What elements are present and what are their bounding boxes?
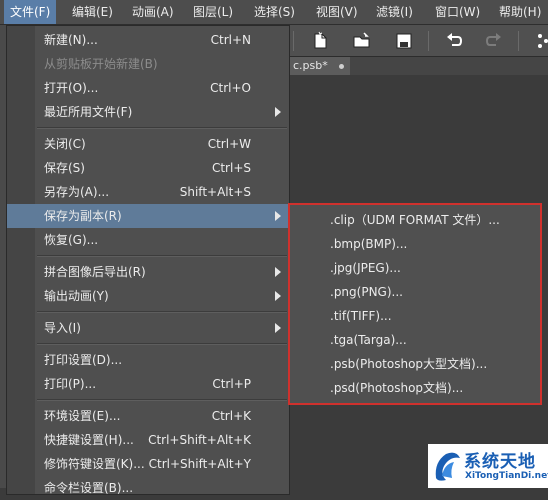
menu-item-print-settings[interactable]: 打印设置(D)... — [7, 348, 289, 372]
submenu-item-png[interactable]: .png(PNG)... — [330, 280, 403, 304]
save-icon[interactable] — [394, 31, 414, 51]
menu-separator — [37, 399, 287, 401]
toolbar-separator — [518, 31, 519, 51]
menu-item-shortcut: Ctrl+P — [212, 377, 251, 391]
menu-file[interactable]: 文件(F) — [4, 0, 57, 24]
menu-item-shortcut: Ctrl+Shift+Alt+Y — [148, 457, 251, 471]
new-file-icon[interactable] — [310, 31, 330, 51]
menu-item-shortcut: Ctrl+O — [210, 81, 251, 95]
menu-edit[interactable]: 编辑(E) — [66, 0, 119, 24]
menu-item-shortcut: Ctrl+S — [211, 161, 251, 175]
menu-item-new[interactable]: 新建(N)... Ctrl+N — [7, 28, 289, 52]
toolbar-separator — [428, 31, 429, 51]
menu-item-save-as[interactable]: 另存为(A)... Shift+Alt+S — [7, 180, 289, 204]
menu-item-label: 另存为(A)... — [44, 185, 110, 199]
modified-dot-icon — [339, 64, 344, 69]
menu-item-label: 快捷键设置(H)... — [44, 433, 134, 447]
menu-item-shortcut: Ctrl+W — [207, 137, 251, 151]
menu-item-close[interactable]: 关闭(C) Ctrl+W — [7, 132, 289, 156]
menu-item-label: 修饰符键设置(K)... — [44, 457, 145, 471]
menu-item-save[interactable]: 保存(S) Ctrl+S — [7, 156, 289, 180]
command-bar — [290, 25, 548, 57]
menu-item-shortcut: Ctrl+N — [210, 33, 251, 47]
submenu-item-tga[interactable]: .tga(Targa)... — [330, 328, 407, 352]
menu-item-export-animation[interactable]: 输出动画(Y) — [7, 284, 289, 308]
menu-item-recent-files[interactable]: 最近所用文件(F) — [7, 100, 289, 124]
menu-separator — [37, 255, 287, 257]
menu-item-save-as-copy[interactable]: 保存为副本(R) — [7, 204, 289, 228]
menu-item-label: 保存(S) — [44, 161, 85, 175]
watermark-title: 系统天地 — [464, 452, 536, 472]
menu-item-label: 命令栏设置(B)... — [44, 481, 134, 495]
submenu-arrow-icon — [275, 291, 281, 301]
submenu-arrow-icon — [275, 107, 281, 117]
submenu-arrow-icon — [275, 267, 281, 277]
menu-item-label: 打印设置(D)... — [44, 353, 123, 367]
toolbar-separator — [293, 31, 294, 51]
save-copy-submenu: .clip（UDM FORMAT 文件）... .bmp(BMP)... .jp… — [288, 203, 542, 405]
menu-item-label: 恢复(G)... — [44, 233, 99, 247]
open-folder-icon[interactable] — [352, 31, 372, 51]
submenu-item-psb[interactable]: .psb(Photoshop大型文档)... — [330, 352, 487, 376]
submenu-arrow-icon — [275, 323, 281, 333]
submenu-item-psd[interactable]: .psd(Photoshop文档)... — [330, 376, 463, 400]
document-tab-bar: c.psb* — [290, 57, 548, 75]
menu-item-preferences[interactable]: 环境设置(E)... Ctrl+K — [7, 404, 289, 428]
loading-icon[interactable] — [534, 31, 548, 51]
menu-separator — [37, 343, 287, 345]
submenu-item-clip[interactable]: .clip（UDM FORMAT 文件）... — [330, 208, 500, 232]
menu-animation[interactable]: 动画(A) — [126, 0, 180, 24]
menu-item-label: 导入(I) — [44, 321, 81, 335]
submenu-arrow-icon — [275, 211, 281, 221]
submenu-item-jpg[interactable]: .jpg(JPEG)... — [330, 256, 401, 280]
menu-item-new-from-clipboard: 从剪贴板开始新建(B) — [7, 52, 289, 76]
menu-item-label: 打开(O)... — [44, 81, 99, 95]
menu-item-shortcut: Shift+Alt+S — [179, 185, 251, 199]
menu-item-label: 新建(N)... — [44, 33, 98, 47]
menu-item-command-bar-settings[interactable]: 命令栏设置(B)... — [7, 476, 289, 500]
menu-item-print[interactable]: 打印(P)... Ctrl+P — [7, 372, 289, 396]
menu-filter[interactable]: 滤镜(I) — [370, 0, 419, 24]
menu-select[interactable]: 选择(S) — [248, 0, 301, 24]
menu-window[interactable]: 窗口(W) — [429, 0, 486, 24]
redo-icon[interactable] — [484, 31, 504, 51]
menu-bar: 文件(F) 编辑(E) 动画(A) 图层(L) 选择(S) 视图(V) 滤镜(I… — [0, 0, 548, 25]
menu-item-label: 打印(P)... — [44, 377, 97, 391]
watermark-url: XiTongTianDi.net — [465, 471, 548, 481]
menu-view[interactable]: 视图(V) — [310, 0, 364, 24]
menu-item-modifier-key-settings[interactable]: 修饰符键设置(K)... Ctrl+Shift+Alt+Y — [7, 452, 289, 476]
menu-item-import[interactable]: 导入(I) — [7, 316, 289, 340]
menu-item-export-flattened[interactable]: 拼合图像后导出(R) — [7, 260, 289, 284]
file-menu: 新建(N)... Ctrl+N 从剪贴板开始新建(B) 打开(O)... Ctr… — [6, 25, 290, 495]
menu-item-shortcut: Ctrl+K — [211, 409, 251, 423]
menu-item-label: 拼合图像后导出(R) — [44, 265, 146, 279]
menu-item-label: 环境设置(E)... — [44, 409, 121, 423]
document-tab-title: c.psb* — [293, 59, 328, 72]
menu-layer[interactable]: 图层(L) — [187, 0, 239, 24]
menu-separator — [37, 127, 287, 129]
undo-icon[interactable] — [444, 31, 464, 51]
submenu-item-tif[interactable]: .tif(TIFF)... — [330, 304, 392, 328]
submenu-item-bmp[interactable]: .bmp(BMP)... — [330, 232, 407, 256]
menu-item-label: 最近所用文件(F) — [44, 105, 133, 119]
watermark-logo: 系统天地 XiTongTianDi.net — [428, 444, 548, 488]
menu-item-label: 从剪贴板开始新建(B) — [44, 57, 158, 71]
menu-item-label: 关闭(C) — [44, 137, 86, 151]
menu-item-revert[interactable]: 恢复(G)... — [7, 228, 289, 252]
menu-item-label: 输出动画(Y) — [44, 289, 109, 303]
document-tab[interactable]: c.psb* — [290, 57, 350, 75]
menu-item-shortcut-settings[interactable]: 快捷键设置(H)... Ctrl+Shift+Alt+K — [7, 428, 289, 452]
menu-item-shortcut: Ctrl+Shift+Alt+K — [148, 433, 251, 447]
menu-separator — [37, 311, 287, 313]
menu-help[interactable]: 帮助(H) — [493, 0, 547, 24]
watermark-emblem-icon — [435, 452, 460, 481]
menu-item-open[interactable]: 打开(O)... Ctrl+O — [7, 76, 289, 100]
menu-item-label: 保存为副本(R) — [44, 209, 122, 223]
